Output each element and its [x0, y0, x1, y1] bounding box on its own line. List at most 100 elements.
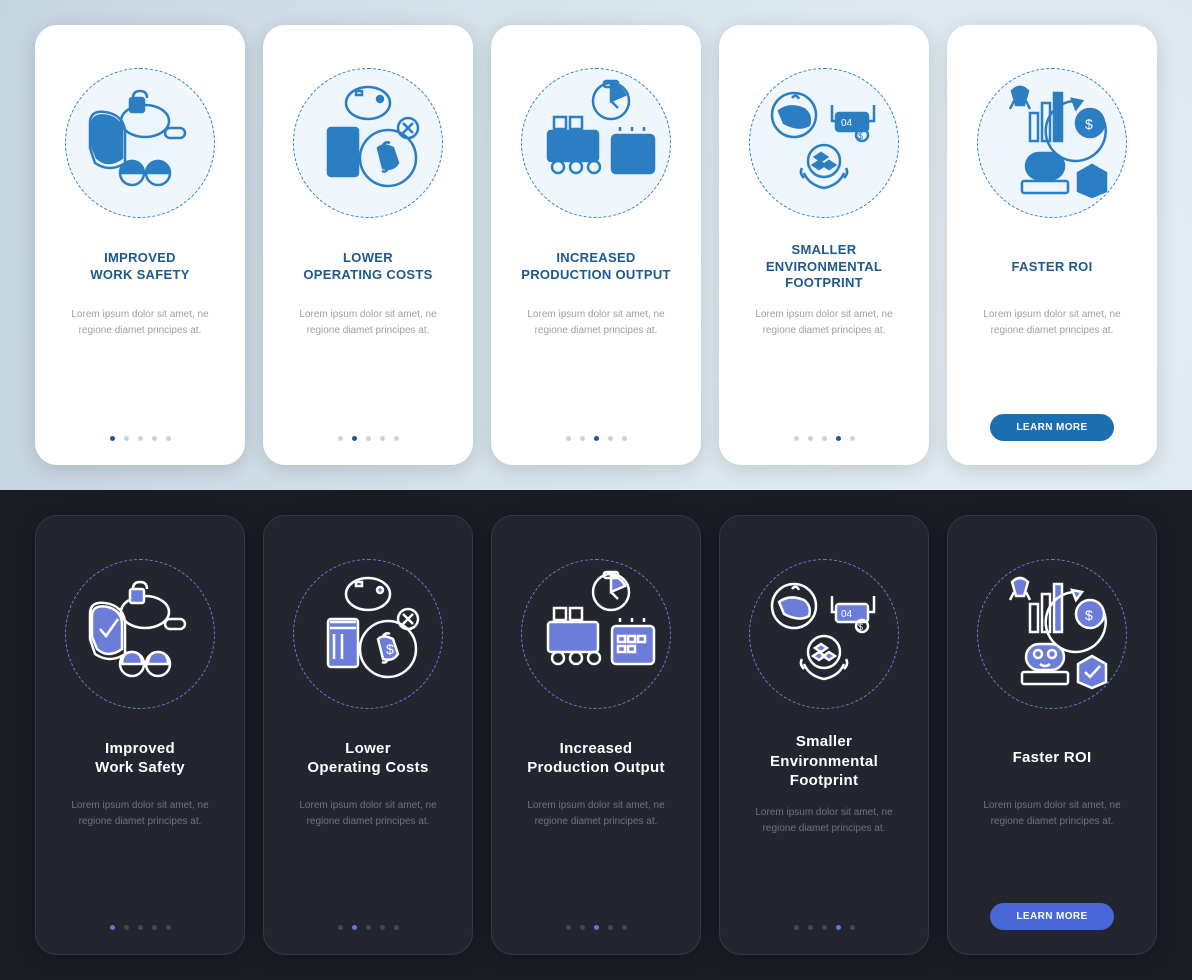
- page-indicator: [338, 436, 399, 441]
- card-title: SMALLER ENVIRONMENTAL FOOTPRINT: [758, 241, 890, 293]
- illustration: 04 $: [744, 554, 904, 714]
- indicator-dot[interactable]: [338, 436, 343, 441]
- indicator-dot[interactable]: [808, 925, 813, 930]
- onboarding-card-costs[interactable]: $ Lower Operating Costs Lorem ipsum dolor…: [263, 515, 473, 955]
- indicator-dot[interactable]: [608, 925, 613, 930]
- indicator-dot[interactable]: [166, 925, 171, 930]
- indicator-dot[interactable]: [380, 925, 385, 930]
- card-title: IMPROVED WORK SAFETY: [82, 241, 197, 293]
- illustration: [60, 554, 220, 714]
- indicator-dot[interactable]: [622, 436, 627, 441]
- page-indicator: [566, 436, 627, 441]
- indicator-dot[interactable]: [622, 925, 627, 930]
- indicator-dot[interactable]: [152, 925, 157, 930]
- page-indicator: [110, 925, 171, 930]
- card-title: INCREASED PRODUCTION OUTPUT: [513, 241, 679, 293]
- footprint-icon: 04 $: [754, 73, 894, 213]
- output-icon: [526, 564, 666, 704]
- card-title: LOWER OPERATING COSTS: [295, 241, 440, 293]
- page-indicator: [794, 436, 855, 441]
- indicator-dot[interactable]: [594, 436, 599, 441]
- onboarding-card-footprint[interactable]: 04 $ Smaller Environmental Footprint Lore…: [719, 515, 929, 955]
- onboarding-card-output[interactable]: Increased Production Output Lorem ipsum d…: [491, 515, 701, 955]
- onboarding-card-safety[interactable]: Improved Work Safety Lorem ipsum dolor si…: [35, 515, 245, 955]
- indicator-dot[interactable]: [594, 925, 599, 930]
- page-indicator: [794, 925, 855, 930]
- illustration: $: [972, 63, 1132, 223]
- onboarding-card-footprint[interactable]: 04 $ SMALLER ENVIRONMENTAL FOOTPRINTLore…: [719, 25, 929, 465]
- indicator-dot[interactable]: [794, 436, 799, 441]
- svg-text:$: $: [386, 150, 394, 166]
- learn-more-button[interactable]: LEARN MORE: [990, 414, 1113, 441]
- onboarding-card-roi[interactable]: $ Faster ROILorem ipsum dolor sit amet, …: [947, 515, 1157, 955]
- card-description: Lorem ipsum dolor sit amet, ne regione d…: [962, 798, 1142, 830]
- costs-icon: $: [298, 564, 438, 704]
- svg-text:$: $: [858, 131, 863, 141]
- indicator-dot[interactable]: [138, 925, 143, 930]
- indicator-dot[interactable]: [822, 436, 827, 441]
- svg-text:04: 04: [841, 609, 853, 620]
- indicator-dot[interactable]: [580, 436, 585, 441]
- card-title: Increased Production Output: [519, 732, 673, 784]
- card-description: Lorem ipsum dolor sit amet, ne regione d…: [961, 307, 1143, 339]
- indicator-dot[interactable]: [366, 436, 371, 441]
- card-title: Smaller Environmental Footprint: [762, 732, 886, 791]
- card-description: Lorem ipsum dolor sit amet, ne regione d…: [49, 307, 231, 339]
- page-indicator: [566, 925, 627, 930]
- card-title: FASTER ROI: [1003, 241, 1100, 293]
- indicator-dot[interactable]: [850, 925, 855, 930]
- illustration: $: [288, 63, 448, 223]
- light-theme-section: IMPROVED WORK SAFETY Lorem ipsum dolor si…: [0, 0, 1192, 490]
- card-description: Lorem ipsum dolor sit amet, ne regione d…: [506, 798, 686, 830]
- indicator-dot[interactable]: [836, 925, 841, 930]
- page-indicator: [338, 925, 399, 930]
- indicator-dot[interactable]: [566, 436, 571, 441]
- indicator-dot[interactable]: [580, 925, 585, 930]
- output-icon: [526, 73, 666, 213]
- illustration: [516, 554, 676, 714]
- card-description: Lorem ipsum dolor sit amet, ne regione d…: [277, 307, 459, 339]
- indicator-dot[interactable]: [380, 436, 385, 441]
- indicator-dot[interactable]: [138, 436, 143, 441]
- indicator-dot[interactable]: [850, 436, 855, 441]
- indicator-dot[interactable]: [352, 436, 357, 441]
- footprint-icon: 04 $: [754, 564, 894, 704]
- indicator-dot[interactable]: [366, 925, 371, 930]
- card-title: Improved Work Safety: [87, 732, 193, 784]
- card-description: Lorem ipsum dolor sit amet, ne regione d…: [278, 798, 458, 830]
- safety-icon: [70, 73, 210, 213]
- indicator-dot[interactable]: [124, 925, 129, 930]
- svg-text:$: $: [386, 641, 394, 657]
- indicator-dot[interactable]: [124, 436, 129, 441]
- indicator-dot[interactable]: [166, 436, 171, 441]
- indicator-dot[interactable]: [394, 925, 399, 930]
- indicator-dot[interactable]: [110, 436, 115, 441]
- learn-more-button[interactable]: LEARN MORE: [990, 903, 1113, 930]
- indicator-dot[interactable]: [608, 436, 613, 441]
- indicator-dot[interactable]: [808, 436, 813, 441]
- card-description: Lorem ipsum dolor sit amet, ne regione d…: [50, 798, 230, 830]
- dark-theme-section: Improved Work Safety Lorem ipsum dolor si…: [0, 490, 1192, 980]
- indicator-dot[interactable]: [152, 436, 157, 441]
- indicator-dot[interactable]: [836, 436, 841, 441]
- onboarding-card-roi[interactable]: $ FASTER ROI Lorem ipsum dolor sit amet, …: [947, 25, 1157, 465]
- svg-text:04: 04: [841, 118, 853, 129]
- illustration: [516, 63, 676, 223]
- indicator-dot[interactable]: [338, 925, 343, 930]
- illustration: 04 $: [744, 63, 904, 223]
- indicator-dot[interactable]: [394, 436, 399, 441]
- indicator-dot[interactable]: [794, 925, 799, 930]
- indicator-dot[interactable]: [110, 925, 115, 930]
- indicator-dot[interactable]: [566, 925, 571, 930]
- onboarding-card-costs[interactable]: $ LOWER OPERATING COSTS Lorem ipsum dolor…: [263, 25, 473, 465]
- card-description: Lorem ipsum dolor sit amet, ne regione d…: [505, 307, 687, 339]
- onboarding-card-safety[interactable]: IMPROVED WORK SAFETY Lorem ipsum dolor si…: [35, 25, 245, 465]
- page-indicator: [110, 436, 171, 441]
- roi-icon: $: [982, 73, 1122, 213]
- card-title: Lower Operating Costs: [299, 732, 436, 784]
- indicator-dot[interactable]: [352, 925, 357, 930]
- indicator-dot[interactable]: [822, 925, 827, 930]
- onboarding-card-output[interactable]: INCREASED PRODUCTION OUTPUT Lorem ipsum d…: [491, 25, 701, 465]
- illustration: $: [972, 554, 1132, 714]
- card-description: Lorem ipsum dolor sit amet, ne regione d…: [734, 805, 914, 837]
